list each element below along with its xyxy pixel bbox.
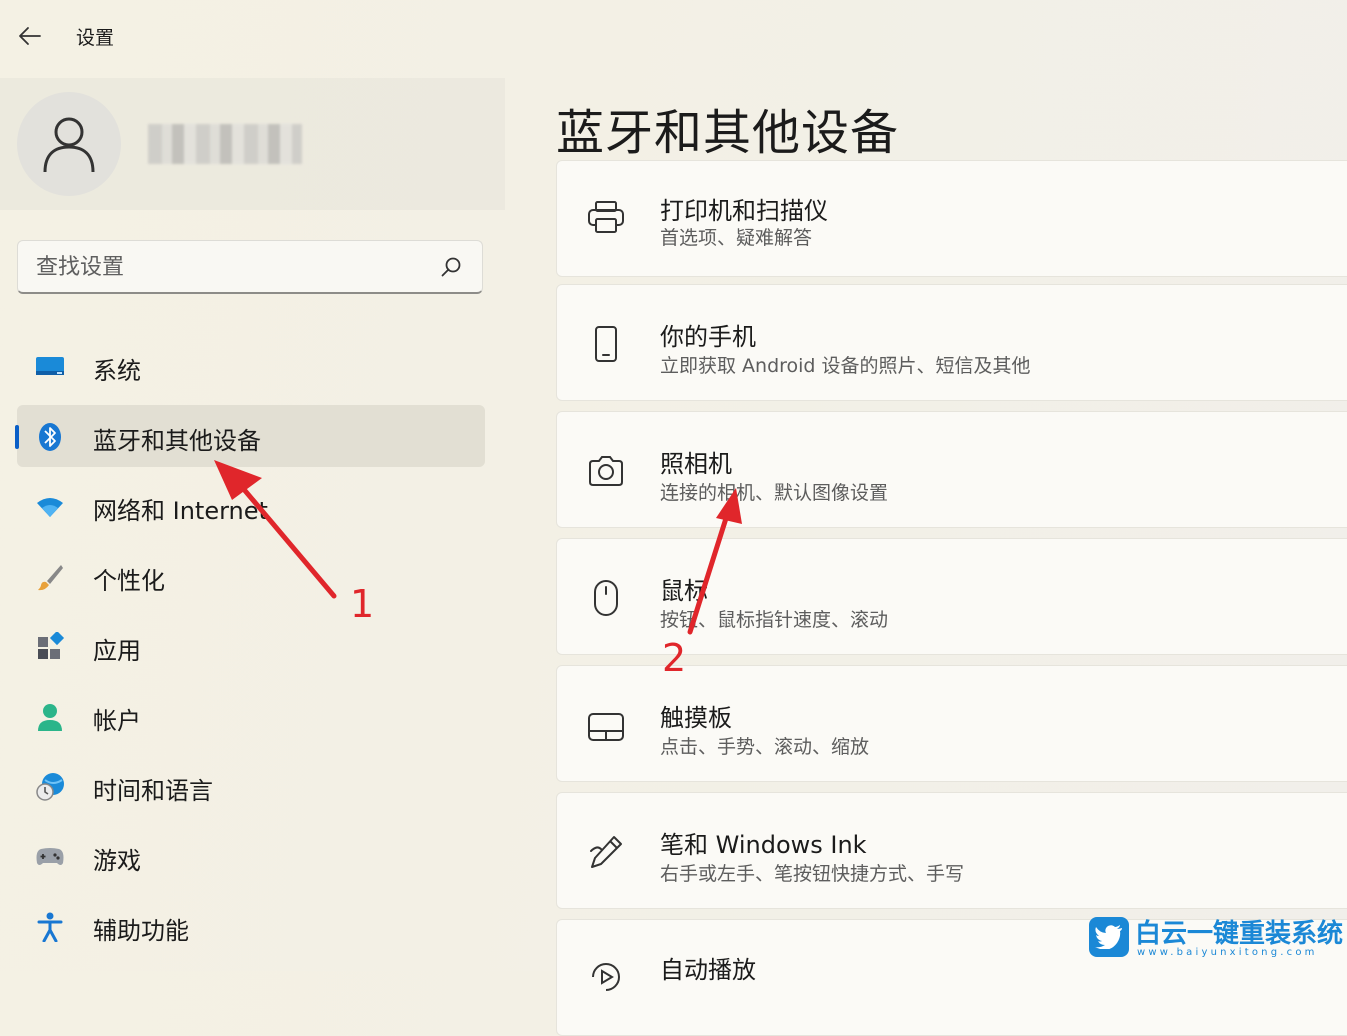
card-subtitle: 首选项、疑难解答 — [660, 227, 813, 249]
sidebar-item-label: 网络和 Internet — [93, 497, 268, 525]
sidebar-item-label: 应用 — [93, 637, 141, 665]
card-subtitle: 按钮、鼠标指针速度、滚动 — [660, 609, 889, 631]
card-title: 鼠标 — [660, 577, 708, 605]
sidebar-item-personalization[interactable]: 个性化 — [17, 545, 485, 607]
card-title: 照相机 — [660, 450, 732, 478]
card-touchpad[interactable]: 触摸板 点击、手势、滚动、缩放 — [556, 665, 1347, 782]
sidebar-item-label: 辅助功能 — [93, 917, 189, 945]
sidebar-item-label: 时间和语言 — [93, 777, 213, 805]
sidebar-item-time-language[interactable]: 时间和语言 — [17, 755, 485, 817]
user-profile-card[interactable] — [0, 78, 505, 210]
printer-icon — [587, 198, 625, 236]
annotation-label-2: 2 — [662, 636, 687, 680]
card-subtitle: 立即获取 Android 设备的照片、短信及其他 — [660, 355, 1031, 377]
card-title: 打印机和扫描仪 — [660, 197, 828, 225]
autoplay-icon — [587, 958, 625, 996]
blurred-username — [148, 124, 302, 164]
avatar — [17, 92, 121, 196]
sidebar-item-label: 蓝牙和其他设备 — [93, 427, 261, 455]
search-box[interactable] — [17, 240, 483, 294]
card-subtitle: 右手或左手、笔按钮快捷方式、手写 — [660, 863, 965, 885]
globe-clock-icon — [35, 772, 65, 802]
sidebar-item-apps[interactable]: 应用 — [17, 615, 485, 677]
sidebar-item-label: 游戏 — [93, 847, 141, 875]
page-title: 蓝牙和其他设备 — [556, 105, 900, 161]
search-icon[interactable] — [440, 256, 462, 278]
card-subtitle: 点击、手势、滚动、缩放 — [660, 736, 870, 758]
sidebar-item-label: 系统 — [93, 357, 141, 385]
app-title: 设置 — [76, 27, 115, 49]
sidebar-item-system[interactable]: 系统 — [17, 335, 485, 397]
sidebar-item-label: 帐户 — [93, 707, 141, 735]
sidebar-item-accessibility[interactable]: 辅助功能 — [17, 895, 485, 957]
search-input[interactable] — [34, 241, 438, 293]
selection-indicator — [15, 425, 19, 449]
card-your-phone[interactable]: 你的手机 立即获取 Android 设备的照片、短信及其他 — [556, 284, 1347, 401]
phone-icon — [587, 325, 625, 363]
accessibility-icon — [35, 912, 65, 942]
card-camera[interactable]: 照相机 连接的相机、默认图像设置 — [556, 411, 1347, 528]
card-printers[interactable]: 打印机和扫描仪 首选项、疑难解答 — [556, 160, 1347, 277]
annotation-label-1: 1 — [350, 582, 375, 626]
card-pen-windows-ink[interactable]: 笔和 Windows Ink 右手或左手、笔按钮快捷方式、手写 — [556, 792, 1347, 909]
wifi-icon — [35, 492, 65, 522]
gamepad-icon — [35, 842, 65, 872]
card-subtitle: 连接的相机、默认图像设置 — [660, 482, 889, 504]
watermark-url: www.baiyunxitong.com — [1137, 947, 1318, 958]
sidebar-item-network[interactable]: 网络和 Internet — [17, 475, 485, 537]
sidebar-item-accounts[interactable]: 帐户 — [17, 685, 485, 747]
touchpad-icon — [587, 708, 625, 746]
card-title: 触摸板 — [660, 704, 732, 732]
back-button[interactable] — [16, 22, 44, 50]
apps-icon — [35, 632, 65, 662]
card-title: 自动播放 — [660, 956, 756, 984]
sidebar-item-gaming[interactable]: 游戏 — [17, 825, 485, 887]
account-icon — [35, 702, 65, 732]
card-title: 笔和 Windows Ink — [660, 831, 867, 859]
pen-icon — [587, 833, 625, 871]
sidebar-item-label: 个性化 — [93, 567, 165, 595]
back-arrow-icon — [19, 27, 41, 45]
watermark: 白云一键重装系统 www.baiyunxitong.com — [1089, 913, 1343, 965]
camera-icon — [587, 452, 625, 490]
mouse-icon — [587, 579, 625, 617]
brush-icon — [35, 562, 65, 592]
sidebar-item-bluetooth[interactable]: 蓝牙和其他设备 — [15, 405, 485, 467]
watermark-text: 白云一键重装系统 — [1135, 919, 1344, 949]
bluetooth-icon — [35, 422, 65, 452]
title-bar: 设置 — [0, 0, 1347, 72]
card-title: 你的手机 — [660, 323, 756, 351]
system-monitor-icon — [35, 352, 65, 382]
twitter-bird-icon — [1089, 917, 1129, 957]
user-icon — [43, 117, 95, 173]
